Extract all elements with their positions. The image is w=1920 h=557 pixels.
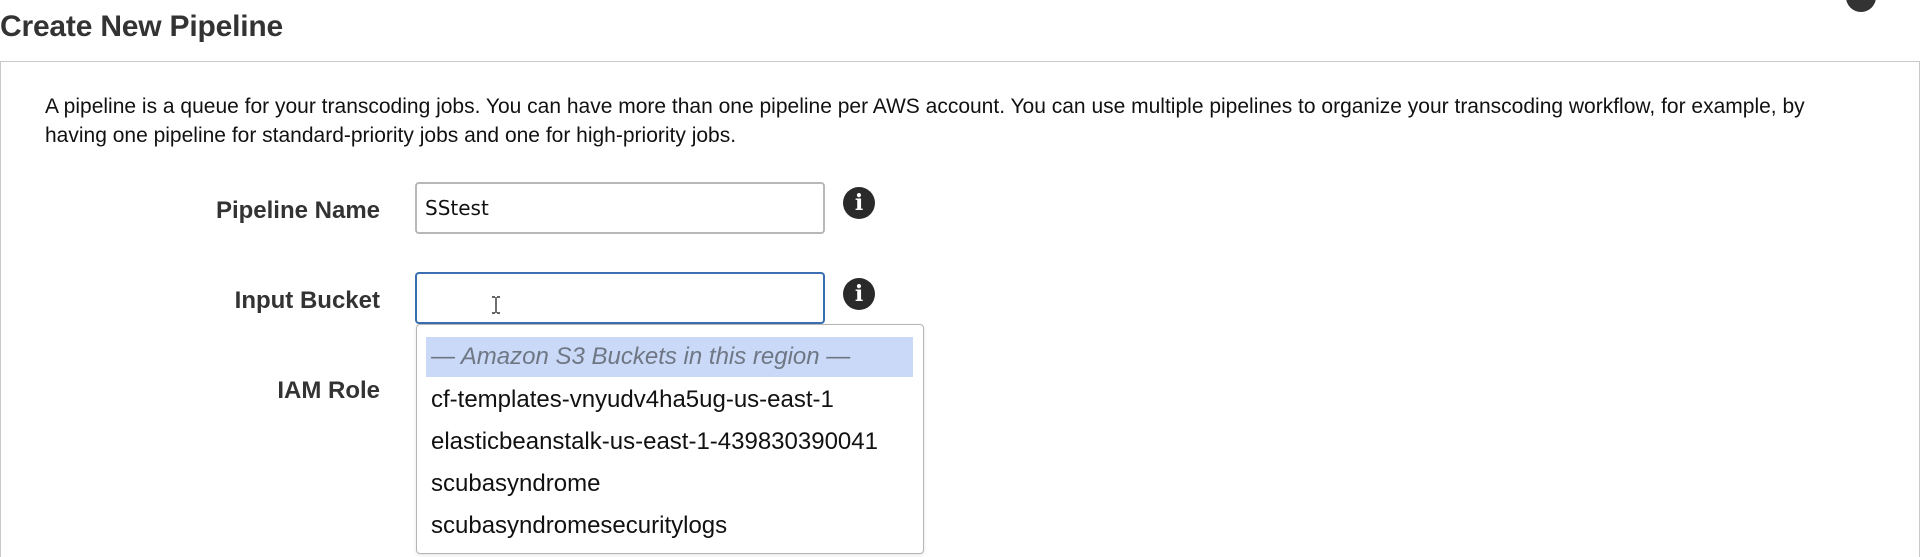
info-icon[interactable]: i <box>843 278 875 310</box>
dropdown-option[interactable]: scubasyndromesecuritylogs <box>431 511 911 541</box>
help-icon[interactable] <box>1846 0 1876 12</box>
pipeline-name-input[interactable] <box>415 182 825 234</box>
dropdown-option[interactable]: elasticbeanstalk-us-east-1-439830390041 <box>431 427 911 457</box>
bucket-dropdown-list[interactable]: — Amazon S3 Buckets in this region — cf-… <box>416 324 924 554</box>
input-bucket-input[interactable] <box>415 272 825 324</box>
page-header: Create New Pipeline <box>0 0 1920 62</box>
dropdown-option[interactable]: cf-templates-vnyudv4ha5ug-us-east-1 <box>431 385 911 415</box>
text-cursor-icon <box>492 296 500 314</box>
create-pipeline-page: Create New Pipeline A pipeline is a queu… <box>0 0 1920 557</box>
iam-role-label: IAM Role <box>277 377 380 404</box>
dropdown-option[interactable]: scubasyndrome <box>431 469 911 499</box>
page-title: Create New Pipeline <box>0 10 283 43</box>
input-bucket-label: Input Bucket <box>234 287 380 314</box>
info-icon[interactable]: i <box>843 187 875 219</box>
intro-description: A pipeline is a queue for your transcodi… <box>45 95 1805 147</box>
pipeline-name-label: Pipeline Name <box>215 197 380 224</box>
dropdown-group-header: — Amazon S3 Buckets in this region — <box>426 337 913 377</box>
